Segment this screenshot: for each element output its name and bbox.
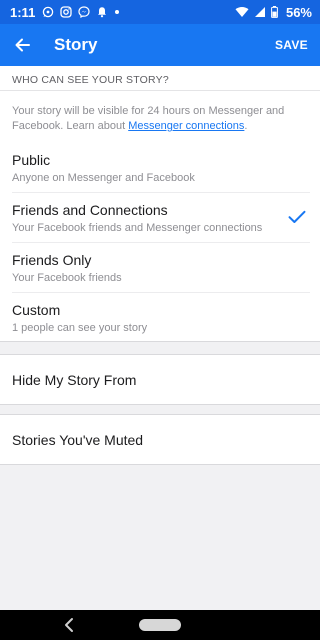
signal-icon (253, 5, 267, 19)
option-friends-and-connections[interactable]: Friends and Connections Your Facebook fr… (0, 194, 320, 243)
battery-icon (271, 5, 279, 19)
back-button[interactable] (0, 24, 44, 66)
dot-icon (115, 10, 120, 14)
stories-muted-row[interactable]: Stories You've Muted (0, 414, 320, 465)
visibility-description: Your story will be visible for 24 hours … (12, 104, 308, 134)
row-label: Hide My Story From (12, 372, 137, 388)
divider (12, 192, 310, 193)
option-title: Custom (12, 302, 61, 318)
option-custom[interactable]: Custom 1 people can see your story (0, 294, 320, 343)
divider (0, 90, 320, 91)
option-subtitle: 1 people can see your story (12, 322, 148, 334)
instagram-icon (59, 5, 73, 19)
messenger-icon (77, 5, 91, 19)
option-subtitle: Your Facebook friends (12, 272, 122, 284)
row-label: Stories You've Muted (12, 432, 144, 448)
divider (12, 292, 310, 293)
app-bar: Story SAVE (0, 24, 320, 66)
option-subtitle: Your Facebook friends and Messenger conn… (12, 222, 263, 234)
option-subtitle: Anyone on Messenger and Facebook (12, 172, 195, 184)
nav-home-pill[interactable] (139, 619, 181, 631)
status-time: 1:11 (10, 4, 36, 20)
status-bar: 1:11 56% (0, 0, 320, 24)
nav-back-icon[interactable] (62, 617, 76, 633)
system-navigation-bar (0, 610, 320, 640)
page-title: Story (54, 35, 98, 54)
messenger-connections-link[interactable]: Messenger connections (128, 120, 244, 132)
story-visibility-card: WHO CAN SEE YOUR STORY? Your story will … (0, 66, 320, 342)
save-button[interactable]: SAVE (271, 32, 312, 58)
option-public[interactable]: Public Anyone on Messenger and Facebook (0, 144, 320, 193)
option-title: Friends Only (12, 252, 92, 268)
checkmark-icon (288, 210, 306, 223)
option-title: Friends and Connections (12, 202, 168, 218)
option-title: Public (12, 152, 51, 168)
arrow-left-icon (15, 38, 30, 52)
hide-my-story-from-row[interactable]: Hide My Story From (0, 354, 320, 405)
notification-bell-icon (95, 5, 109, 19)
description-suffix: . (244, 120, 248, 132)
option-friends-only[interactable]: Friends Only Your Facebook friends (0, 244, 320, 293)
battery-percentage: 56% (285, 4, 312, 20)
wifi-icon (235, 5, 249, 19)
divider (12, 242, 310, 243)
section-header: WHO CAN SEE YOUR STORY? (12, 74, 169, 86)
whatsapp-icon (41, 5, 55, 19)
